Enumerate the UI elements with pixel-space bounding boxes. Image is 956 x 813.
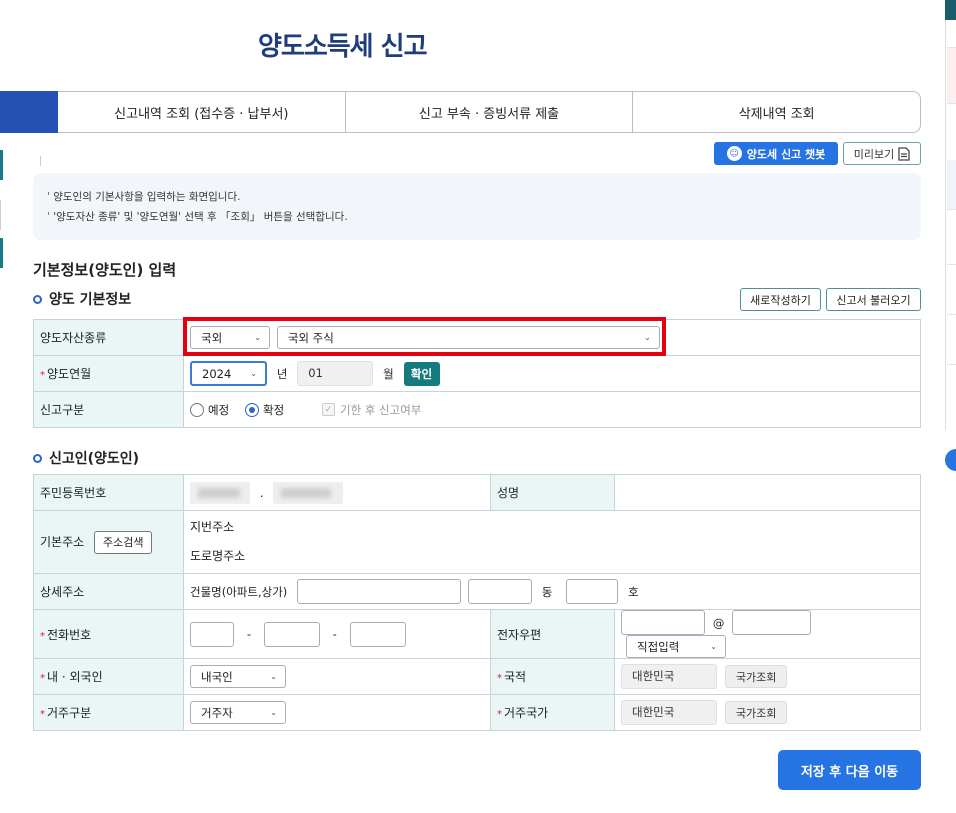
chevron-down-icon: ⌄ bbox=[710, 642, 717, 651]
help-icon[interactable] bbox=[945, 449, 956, 471]
residence-country-input: 대한민국 bbox=[621, 700, 717, 725]
chatbot-label: 양도세 신고 챗봇 bbox=[746, 147, 826, 161]
page-title: 양도소득세 신고 bbox=[258, 32, 427, 62]
check-icon: ✓ bbox=[322, 403, 335, 416]
country-search-button[interactable]: 국가조회 bbox=[724, 665, 788, 688]
chevron-down-icon: ⌄ bbox=[254, 333, 261, 342]
right-panel-block bbox=[947, 160, 956, 210]
info-line: 양도인의 기본사항을 입력하는 화면입니다. bbox=[47, 187, 921, 207]
rrn-separator: . bbox=[259, 485, 264, 500]
transfer-ym-label: * 양도연월 bbox=[33, 355, 184, 392]
email-id-input[interactable] bbox=[621, 610, 705, 635]
residence-country-label: * 거주국가 bbox=[490, 694, 615, 731]
save-next-button[interactable]: 저장 후 다음 이동 bbox=[778, 750, 921, 790]
radio-preliminary[interactable]: 예정 bbox=[190, 402, 229, 418]
chevron-down-icon: ⌄ bbox=[644, 333, 651, 342]
rrn-label: 주민등록번호 bbox=[33, 474, 184, 511]
email-label: 전자우편 bbox=[490, 609, 615, 659]
asset-kind-select[interactable]: 국외 주식 ⌄ bbox=[276, 326, 660, 349]
right-panel-block bbox=[947, 210, 956, 265]
section-reporter-title: 신고인(양도인) bbox=[33, 448, 139, 468]
right-panel-header bbox=[945, 0, 956, 20]
right-panel-block bbox=[947, 265, 956, 315]
chevron-down-icon: ⌄ bbox=[270, 708, 277, 717]
tab-active-indicator[interactable] bbox=[0, 91, 58, 133]
month-input[interactable]: 01 bbox=[297, 361, 374, 386]
country-search-button[interactable]: 국가조회 bbox=[724, 701, 788, 724]
detail-address-label: 상세주소 bbox=[33, 573, 184, 610]
rrn-back-redacted bbox=[273, 481, 344, 504]
tab-history[interactable]: 신고내역 조회 (접수증 · 납부서) bbox=[58, 91, 346, 133]
asset-type-label: 양도자산종류 bbox=[33, 319, 184, 356]
basic-info-table: 양도자산종류 국외 ⌄ 국외 주식 ⌄ * 양도연월 2024 ⌄ 년 01 월 확인 … bbox=[33, 319, 921, 428]
name-label: 성명 bbox=[490, 474, 615, 511]
nationality-label: * 국적 bbox=[490, 658, 615, 695]
chevron-down-icon: ⌄ bbox=[270, 672, 277, 681]
phone-label: * 전화번호 bbox=[33, 609, 184, 659]
load-report-button[interactable]: 신고서 불러오기 bbox=[826, 288, 921, 311]
preview-button[interactable]: 미리보기 bbox=[843, 142, 921, 165]
chatbot-icon: ☺ bbox=[726, 146, 742, 161]
bullet-icon bbox=[33, 294, 42, 304]
tab-deleted[interactable]: 삭제내역 조회 bbox=[633, 91, 922, 133]
email-domain-input[interactable] bbox=[732, 610, 812, 635]
dash: - bbox=[332, 627, 337, 641]
right-panel-block bbox=[947, 315, 956, 365]
document-icon bbox=[898, 146, 910, 161]
jibun-address: 지번주소 bbox=[190, 520, 235, 534]
asset-region-select[interactable]: 국외 ⌄ bbox=[190, 326, 270, 349]
email-domain-select[interactable]: 직접입력 ⌄ bbox=[626, 635, 726, 658]
section-label: 양도 기본정보 bbox=[49, 292, 132, 308]
ho-input[interactable] bbox=[566, 579, 619, 604]
right-panel-block bbox=[947, 48, 956, 104]
dong-unit: 동 bbox=[541, 584, 553, 599]
phone-part3-input[interactable] bbox=[349, 621, 406, 647]
ho-unit: 호 bbox=[628, 584, 639, 599]
building-label: 건물명(아파트,상가) bbox=[190, 584, 288, 599]
right-panel-block bbox=[947, 20, 956, 48]
dash: - bbox=[246, 627, 251, 641]
residence-label: * 거주구분 bbox=[33, 694, 184, 731]
year-select[interactable]: 2024 ⌄ bbox=[190, 361, 267, 386]
section-main-title: 기본정보(양도인) 입력 bbox=[33, 261, 177, 279]
name-value bbox=[614, 474, 921, 511]
nationality-type-select[interactable]: 내국인 ⌄ bbox=[190, 665, 286, 688]
chatbot-button[interactable]: ☺ 양도세 신고 챗봇 bbox=[714, 142, 838, 165]
residence-select[interactable]: 거주자 ⌄ bbox=[190, 701, 286, 724]
address-label: 기본주소 주소검색 bbox=[33, 510, 184, 574]
confirm-button[interactable]: 확인 bbox=[403, 361, 440, 386]
info-box: 양도인의 기본사항을 입력하는 화면입니다. '양도자산 종류' 및 '양도연월… bbox=[33, 173, 921, 240]
report-type-label: 신고구분 bbox=[33, 391, 184, 428]
year-unit: 년 bbox=[276, 366, 288, 381]
road-address: 도로명주소 bbox=[190, 549, 246, 563]
section-basic-info-title: 양도 기본정보 bbox=[33, 289, 131, 309]
tab-bar: 신고내역 조회 (접수증 · 납부서) 신고 부속 · 증빙서류 제출 삭제내역… bbox=[0, 91, 922, 133]
chevron-down-icon: ⌄ bbox=[250, 369, 257, 378]
new-write-button[interactable]: 새로작성하기 bbox=[740, 288, 821, 311]
radio-final[interactable]: 확정 bbox=[245, 402, 284, 418]
divider bbox=[40, 156, 41, 166]
tab-attachments[interactable]: 신고 부속 · 증빙서류 제출 bbox=[345, 91, 634, 133]
info-line: '양도자산 종류' 및 '양도연월' 선택 후 「조회」 버튼을 선택합니다. bbox=[47, 207, 921, 227]
month-unit: 월 bbox=[383, 366, 394, 381]
preview-label: 미리보기 bbox=[853, 147, 895, 161]
reporter-table: 주민등록번호 . 성명 기본주소 주소검색 지번주소 도로명주소 상세주소 건물… bbox=[33, 474, 921, 731]
dong-input[interactable] bbox=[467, 579, 532, 604]
phone-part1-input[interactable] bbox=[190, 621, 234, 647]
phone-part2-input[interactable] bbox=[263, 621, 320, 647]
building-input[interactable] bbox=[297, 579, 462, 604]
nationality-input: 대한민국 bbox=[621, 664, 717, 689]
bullet-icon bbox=[33, 453, 42, 463]
address-search-button[interactable]: 주소검색 bbox=[94, 530, 153, 554]
at-sign: @ bbox=[712, 615, 725, 630]
section-label: 신고인(양도인) bbox=[49, 451, 140, 467]
nationality-type-label: * 내 · 외국인 bbox=[33, 658, 184, 695]
late-report-checkbox[interactable]: ✓ 기한 후 신고여부 bbox=[322, 402, 421, 418]
rrn-front-redacted bbox=[190, 481, 250, 504]
